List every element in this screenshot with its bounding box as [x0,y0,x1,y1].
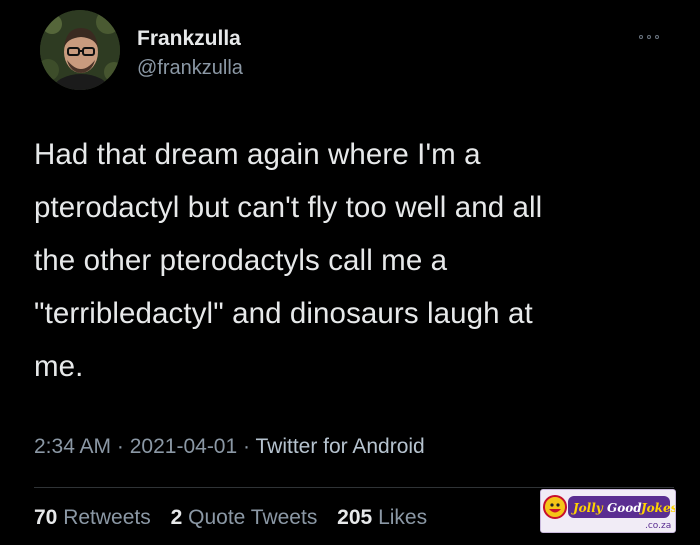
quote-tweets-count: 2 [170,506,183,529]
meta-separator: · [116,435,124,458]
tweet-card: Frankzulla @frankzulla Had that dream ag… [0,0,700,545]
tweet-header: Frankzulla @frankzulla [40,10,660,90]
retweets-stat[interactable]: 70 Retweets [34,506,151,529]
retweets-label: Retweets [63,506,151,529]
retweets-count: 70 [34,506,58,529]
tweet-text: Had that dream again where I'm a pteroda… [34,138,543,383]
author-names: Frankzulla @frankzulla [137,26,243,81]
jollygoodjokes-logo-icon: Jolly Good Jokes .co.za [541,490,675,532]
quote-tweets-stat[interactable]: 2 Quote Tweets [171,506,318,529]
tweet-time[interactable]: 2:34 AM [34,435,111,458]
user-handle[interactable]: @frankzulla [137,55,243,81]
likes-stat[interactable]: 205 Likes [337,506,427,529]
tweet-stats: 70 Retweets 2 Quote Tweets 205 Likes [34,506,441,530]
meta-separator: · [243,435,251,458]
divider [34,487,674,488]
quote-tweets-label: Quote Tweets [188,506,318,529]
likes-count: 205 [337,506,373,529]
tweet-metadata: 2:34 AM · 2021-04-01 · Twitter for Andro… [34,435,425,459]
svg-text:Good: Good [607,501,642,515]
svg-text:Jokes: Jokes [639,501,675,515]
svg-text:.co.za: .co.za [645,521,671,531]
avatar[interactable] [40,10,120,90]
tweet-source[interactable]: Twitter for Android [255,435,424,458]
watermark-logo: Jolly Good Jokes .co.za [540,489,676,533]
tweet-date[interactable]: 2021-04-01 [130,435,237,458]
likes-label: Likes [378,506,428,529]
svg-text:Jolly: Jolly [571,501,604,515]
avatar-photo-icon [40,10,120,90]
display-name[interactable]: Frankzulla [137,26,243,52]
more-options-icon[interactable] [634,32,664,42]
